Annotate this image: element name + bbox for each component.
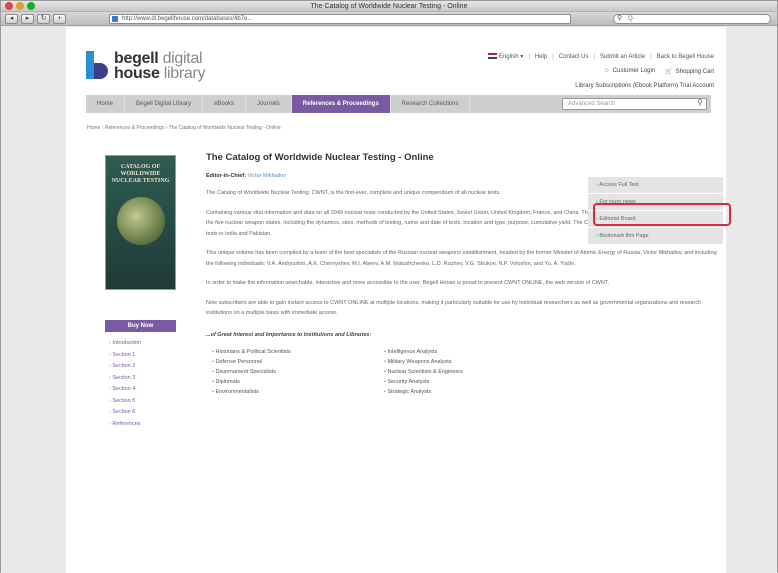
intro-paragraph: The Catalog of Worldwide Nuclear Testing… xyxy=(206,190,501,196)
nav-references-proceedings[interactable]: References & Proceedings xyxy=(291,95,391,113)
back-button[interactable]: ◂ xyxy=(5,13,18,24)
list-item: Defense Personnel xyxy=(212,357,378,367)
nav-ebooks[interactable]: eBooks xyxy=(203,95,247,113)
toc-section-3[interactable]: Section 3 xyxy=(109,373,176,385)
editor-name-link[interactable]: Victor Mikhailov xyxy=(248,173,286,179)
back-to-begell-link[interactable]: Back to Begell House xyxy=(657,54,714,60)
list-item: Military Weapons Analysts xyxy=(384,357,550,367)
toc-section-5[interactable]: Section 5 xyxy=(109,396,176,408)
audience-heading: ...of Great Interest and Importance to I… xyxy=(206,331,372,338)
logo-mark-icon xyxy=(86,51,108,79)
subscribers-paragraph: Now subscribers are able to gain instant… xyxy=(206,299,702,317)
authors-paragraph: This unique volume has been compiled by … xyxy=(206,250,717,267)
nav-digital-library[interactable]: Begell Digital Library xyxy=(125,95,204,113)
web-viewport[interactable]: begell digital house library English ▾ |… xyxy=(1,27,777,573)
reload-button[interactable]: ↻ xyxy=(37,13,50,24)
cover-title: CATALOG OF WORLDWIDE NUCLEAR TESTING xyxy=(111,164,170,184)
browser-search-placeholder: Q- xyxy=(628,16,635,22)
browser-search-field[interactable]: ⚲ Q- xyxy=(613,14,771,24)
begell-logo[interactable]: begell digital house library xyxy=(86,45,236,85)
address-bar[interactable]: http://www.dl.begellhouse.com/databases/… xyxy=(109,14,571,24)
customer-login-link[interactable]: ☺ Customer Login xyxy=(604,68,656,75)
toc-references[interactable]: References xyxy=(109,419,176,431)
access-full-text-link[interactable]: Access Full Text xyxy=(588,177,723,194)
table-of-contents: Introduction Section 1 Section 2 Section… xyxy=(105,338,176,430)
forward-button[interactable]: ▸ xyxy=(21,13,34,24)
add-bookmark-button[interactable]: + xyxy=(53,13,66,24)
shopping-cart-link[interactable]: 🛒 Shopping Cart xyxy=(665,68,714,75)
editor-label: Editor-in-Chief: xyxy=(206,173,247,179)
bookmark-page-link[interactable]: Bookmark this Page xyxy=(588,228,723,245)
favicon-icon xyxy=(112,16,118,22)
browser-window: The Catalog of Worldwide Nuclear Testing… xyxy=(0,0,778,573)
nav-home[interactable]: Home xyxy=(86,95,126,113)
main-navbar: Home Begell Digital Library eBooks Journ… xyxy=(86,95,711,113)
user-icon: ☺ xyxy=(603,68,610,74)
list-item: Security Analysts xyxy=(384,377,550,387)
account-links: ☺ Customer Login 🛒 Shopping Cart xyxy=(604,68,714,75)
list-item: Environmentalists xyxy=(212,387,378,397)
globe-icon xyxy=(116,197,165,245)
us-flag-icon xyxy=(487,53,497,60)
url-text: http://www.dl.begellhouse.com/databases/… xyxy=(122,16,253,22)
site-search-input[interactable]: Advanced Search ⚲ xyxy=(562,98,707,110)
help-link[interactable]: Help xyxy=(535,54,547,60)
toc-section-2[interactable]: Section 2 xyxy=(109,361,176,373)
toc-section-1[interactable]: Section 1 xyxy=(109,350,176,362)
title-bar: The Catalog of Worldwide Nuclear Testing… xyxy=(1,1,777,12)
list-item: Nuclear Scientists & Engineers xyxy=(384,367,550,377)
subscription-links[interactable]: Library Subscriptions (Ebook Platform) T… xyxy=(575,83,714,89)
list-item: Intelligence Analysts xyxy=(384,347,550,357)
book-sidebar: CATALOG OF WORLDWIDE NUCLEAR TESTING Buy… xyxy=(105,155,176,430)
nav-research-collections[interactable]: Research Collections xyxy=(391,95,471,113)
audience-list-left: Historians & Political Scientists Defens… xyxy=(206,347,378,397)
search-icon: ⚲ xyxy=(617,15,623,22)
list-item: Disarmament Specialists xyxy=(212,367,378,377)
access-full-text-highlight xyxy=(593,203,731,226)
page-title: The Catalog of Worldwide Nuclear Testing… xyxy=(206,152,434,163)
browser-toolbar: ◂ ▸ ↻ + http://www.dl.begellhouse.com/da… xyxy=(1,12,777,26)
nav-journals[interactable]: Journals xyxy=(246,95,292,113)
top-links: English ▾ | Help | Contact Us | Submit a… xyxy=(487,53,714,60)
submit-article-link[interactable]: Submit an Article xyxy=(600,54,645,60)
list-item: Historians & Political Scientists xyxy=(212,347,378,357)
logo-line2: house library xyxy=(114,65,206,82)
window-title: The Catalog of Worldwide Nuclear Testing… xyxy=(310,3,468,10)
cart-icon: 🛒 xyxy=(665,69,673,75)
list-item: Diplomats xyxy=(212,377,378,387)
online-version-paragraph: In order to make the information searcha… xyxy=(206,280,610,286)
toc-introduction[interactable]: Introduction xyxy=(109,338,176,350)
buy-now-button[interactable]: Buy Now xyxy=(105,320,176,332)
list-item: Strategic Analysts xyxy=(384,387,550,397)
toc-section-6[interactable]: Section 6 xyxy=(109,407,176,419)
site-search-placeholder: Advanced Search xyxy=(568,101,616,107)
contact-link[interactable]: Contact Us xyxy=(559,54,589,60)
breadcrumb[interactable]: Home › References & Proceedings › The Ca… xyxy=(87,125,281,131)
audience-lists: Historians & Political Scientists Defens… xyxy=(206,347,721,397)
audience-list-right: Intelligence Analysts Military Weapons A… xyxy=(378,347,550,397)
language-selector[interactable]: English ▾ xyxy=(487,53,523,60)
toc-section-4[interactable]: Section 4 xyxy=(109,384,176,396)
web-page: begell digital house library English ▾ |… xyxy=(66,27,731,573)
book-cover-image[interactable]: CATALOG OF WORLDWIDE NUCLEAR TESTING xyxy=(105,155,176,290)
search-icon[interactable]: ⚲ xyxy=(697,98,703,108)
